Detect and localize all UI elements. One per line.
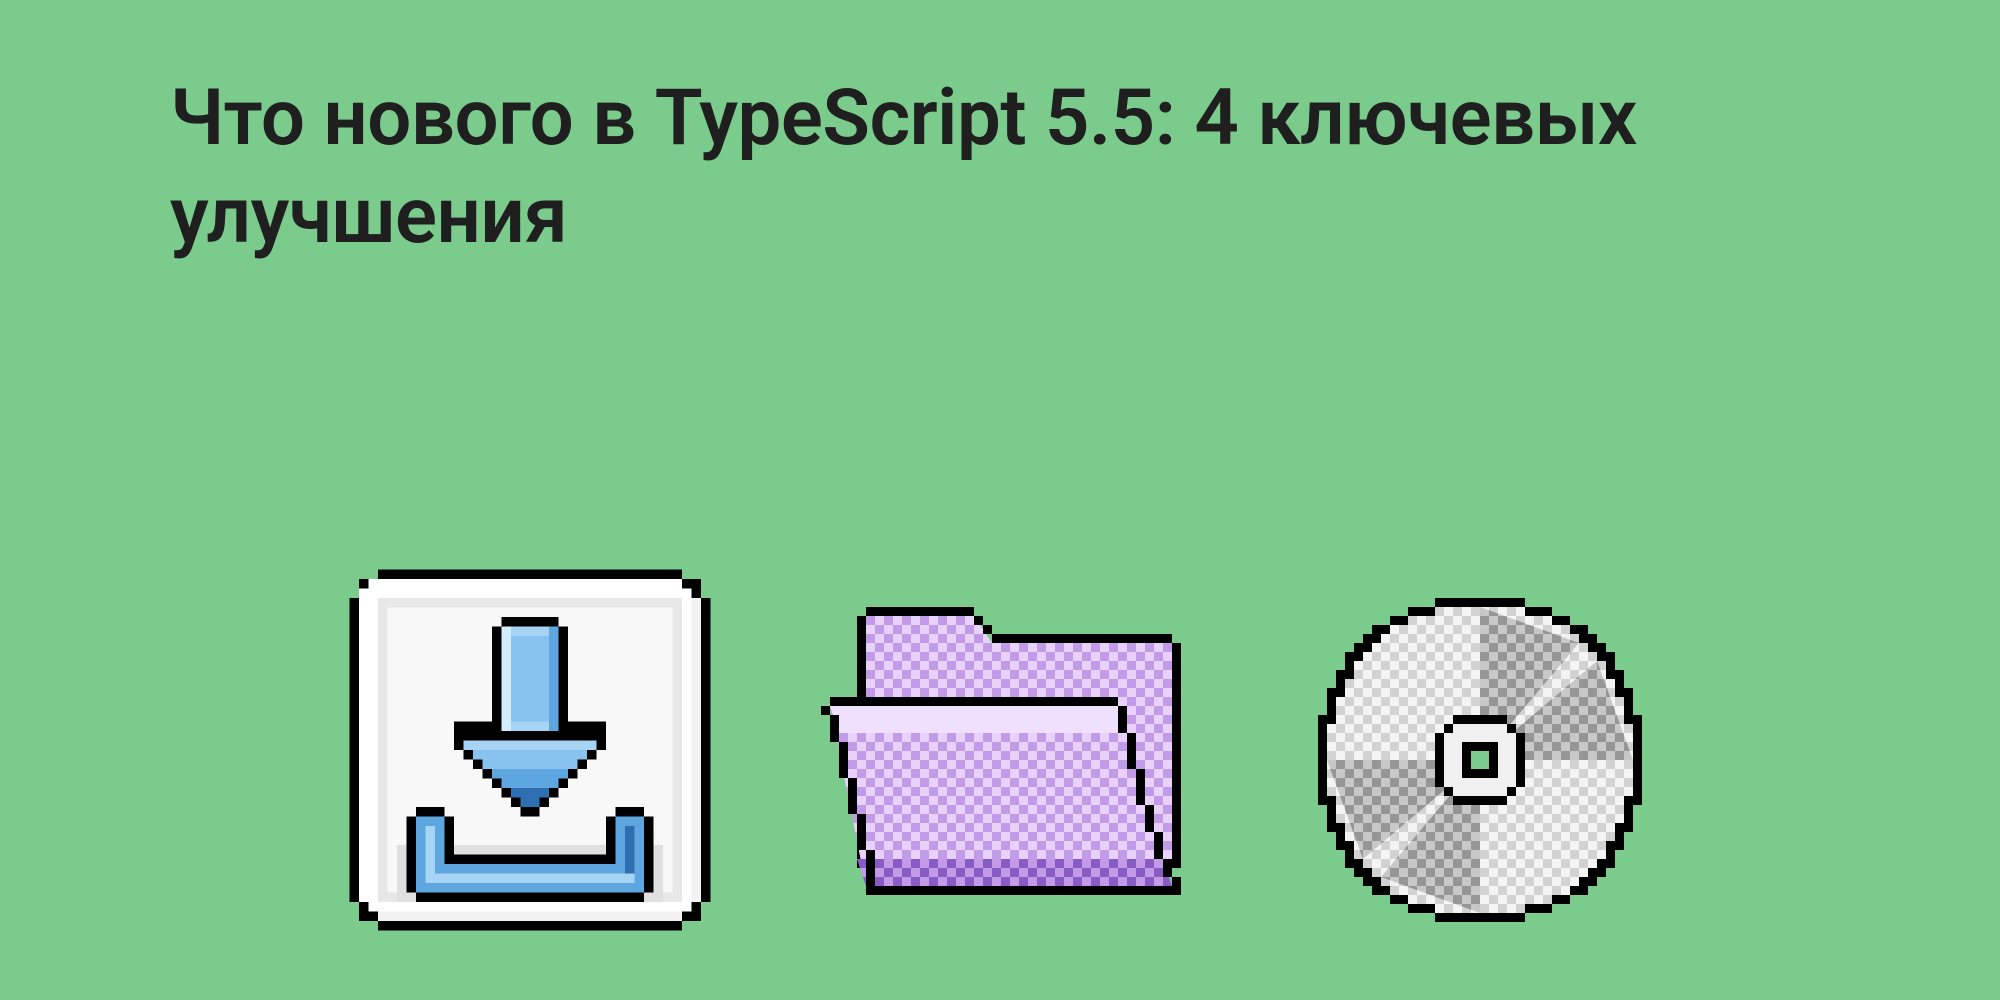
download-icon <box>340 560 720 940</box>
page-title: Что нового в TypeScript 5.5: 4 ключевых … <box>170 70 1830 265</box>
disc-icon <box>1300 580 1660 940</box>
icon-row <box>0 560 2000 940</box>
folder-icon <box>810 580 1210 940</box>
